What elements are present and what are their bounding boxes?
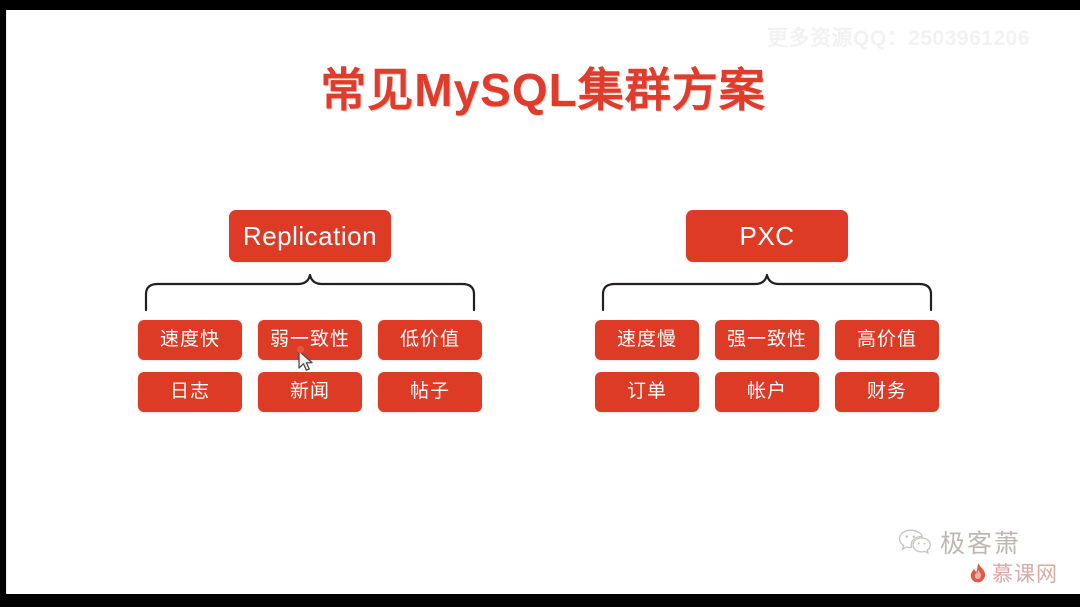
imooc-site-name: 慕课网 xyxy=(992,563,1058,586)
qq-watermark: 更多资源QQ：2503961206 xyxy=(767,27,1030,50)
tag-box[interactable]: 高价值 xyxy=(835,320,939,360)
tag-box[interactable]: 帖子 xyxy=(378,372,482,412)
slide-canvas: 更多资源QQ：2503961206 常见MySQL集群方案 Replicatio… xyxy=(6,10,1080,594)
imooc-brand: 慕课网 xyxy=(968,558,1058,588)
wechat-brand: 极客萧 xyxy=(898,524,1021,560)
page-title: 常见MySQL集群方案 xyxy=(320,64,766,116)
tag-box[interactable]: 日志 xyxy=(138,372,242,412)
tag-box[interactable]: 低价值 xyxy=(378,320,482,360)
tag-row-pxc-usecases: 订单 帐户 财务 xyxy=(595,372,939,412)
tag-box[interactable]: 财务 xyxy=(835,372,939,412)
tag-box[interactable]: 订单 xyxy=(595,372,699,412)
branding-block: 极客萧 慕课网 xyxy=(898,522,1058,588)
tag-box[interactable]: 帐户 xyxy=(715,372,819,412)
wechat-account-name: 极客萧 xyxy=(940,531,1022,558)
diagram-group-pxc: PXC 速度慢 强一致性 高价值 订单 帐户 财务 xyxy=(587,210,947,435)
brace-pxc xyxy=(599,272,935,312)
wechat-icon xyxy=(898,528,932,556)
tag-box[interactable]: 速度快 xyxy=(138,320,242,360)
bottom-letterbox-bar xyxy=(0,594,1080,607)
diagram-group-replication: Replication 速度快 弱一致性 低价值 日志 新闻 帖子 xyxy=(130,210,490,435)
tag-row-pxc-attributes: 速度慢 强一致性 高价值 xyxy=(595,320,939,360)
flame-icon xyxy=(968,562,988,584)
tag-box[interactable]: 强一致性 xyxy=(715,320,819,360)
group-head-pxc[interactable]: PXC xyxy=(686,210,848,262)
screen-root: 更多资源QQ：2503961206 常见MySQL集群方案 Replicatio… xyxy=(0,0,1080,607)
brace-replication xyxy=(142,272,478,312)
tag-box[interactable]: 速度慢 xyxy=(595,320,699,360)
group-head-replication[interactable]: Replication xyxy=(229,210,391,262)
tag-row-replication-usecases: 日志 新闻 帖子 xyxy=(138,372,482,412)
tag-box[interactable]: 弱一致性 xyxy=(258,320,362,360)
tag-row-replication-attributes: 速度快 弱一致性 低价值 xyxy=(138,320,482,360)
tag-box[interactable]: 新闻 xyxy=(258,372,362,412)
